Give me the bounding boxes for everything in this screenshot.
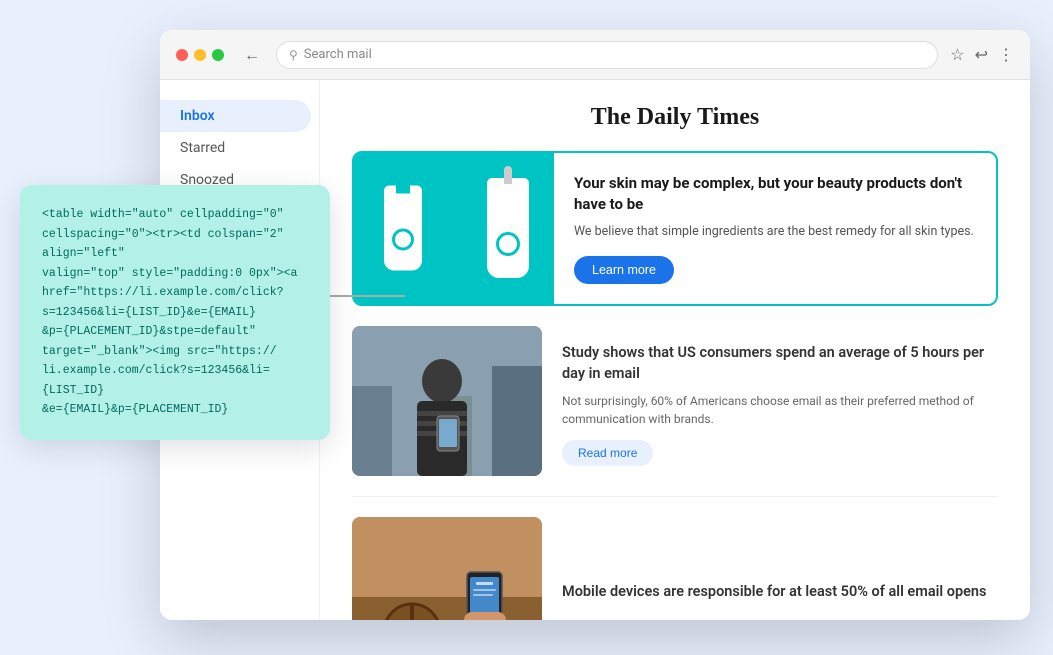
code-line-6: &p={PLACEMENT_ID}&stpe=default" xyxy=(42,322,308,342)
refresh-icon[interactable]: ↩ xyxy=(975,45,988,64)
article-image-1 xyxy=(352,326,542,476)
star-icon[interactable]: ☆ xyxy=(950,45,964,64)
code-line-3: valign="top" style="padding:0 0px"><a xyxy=(42,264,308,284)
connector-line xyxy=(330,295,405,297)
code-line-1: <table width="auto" cellpadding="0" xyxy=(42,205,308,225)
code-line-2: cellspacing="0"><tr><td colspan="2" alig… xyxy=(42,225,308,264)
dot-yellow[interactable] xyxy=(194,49,206,61)
code-tooltip: <table width="auto" cellpadding="0" cell… xyxy=(20,185,330,440)
code-line-4: href="https://li.example.com/click? xyxy=(42,283,308,303)
code-line-9: &e={EMAIL}&p={PLACEMENT_ID} xyxy=(42,400,308,420)
sidebar-item-starred[interactable]: Starred xyxy=(160,132,311,164)
browser-search-bar[interactable]: ⚲ Search mail xyxy=(276,41,938,69)
code-line-8: li.example.com/click?s=123456&li={LIST_I… xyxy=(42,361,308,400)
search-text: Search mail xyxy=(304,47,372,62)
featured-card-text: Your skin may be complex, but your beaut… xyxy=(554,153,996,304)
dot-red[interactable] xyxy=(176,49,188,61)
scene: ← ⚲ Search mail ☆ ↩ ⋮ Inbox Starred xyxy=(0,0,1053,655)
article-card-1: Study shows that US consumers spend an a… xyxy=(352,326,998,497)
code-line-5: s=123456&li={LIST_ID}&e={EMAIL} xyxy=(42,303,308,323)
browser-dots xyxy=(176,49,224,61)
browser-nav: ← xyxy=(240,41,264,69)
featured-description: We believe that simple ingredients are t… xyxy=(574,223,976,242)
featured-heading: Your skin may be complex, but your beaut… xyxy=(574,173,976,215)
featured-card: Your skin may be complex, but your beaut… xyxy=(352,151,998,306)
dot-green[interactable] xyxy=(212,49,224,61)
email-newsletter-title: The Daily Times xyxy=(352,104,998,131)
browser-actions: ☆ ↩ ⋮ xyxy=(950,45,1014,64)
code-line-7: target="_blank"><img src="https:// xyxy=(42,342,308,362)
product-tube xyxy=(384,186,422,271)
more-options-icon[interactable]: ⋮ xyxy=(998,45,1014,64)
back-arrow-icon[interactable]: ← xyxy=(240,41,264,69)
article-card-2: Mobile devices are responsible for at le… xyxy=(352,517,998,620)
article-description-1: Not surprisingly, 60% of Americans choos… xyxy=(562,392,998,428)
article-image-2 xyxy=(352,517,542,620)
read-more-button-1[interactable]: Read more xyxy=(562,440,653,466)
product-bottle xyxy=(487,178,529,278)
email-content: The Daily Times xyxy=(320,80,1030,620)
mobile-email-illustration xyxy=(352,517,542,620)
article-heading-2: Mobile devices are responsible for at le… xyxy=(562,582,986,602)
sidebar-item-inbox[interactable]: Inbox xyxy=(160,100,311,132)
search-icon: ⚲ xyxy=(289,48,298,62)
article-body-1: Study shows that US consumers spend an a… xyxy=(562,326,998,476)
featured-card-image xyxy=(354,153,554,304)
person-phone-illustration xyxy=(352,326,542,476)
article-heading-1: Study shows that US consumers spend an a… xyxy=(562,343,998,384)
browser-toolbar: ← ⚲ Search mail ☆ ↩ ⋮ xyxy=(160,30,1030,80)
article-body-2: Mobile devices are responsible for at le… xyxy=(562,517,986,620)
learn-more-button[interactable]: Learn more xyxy=(574,256,674,284)
